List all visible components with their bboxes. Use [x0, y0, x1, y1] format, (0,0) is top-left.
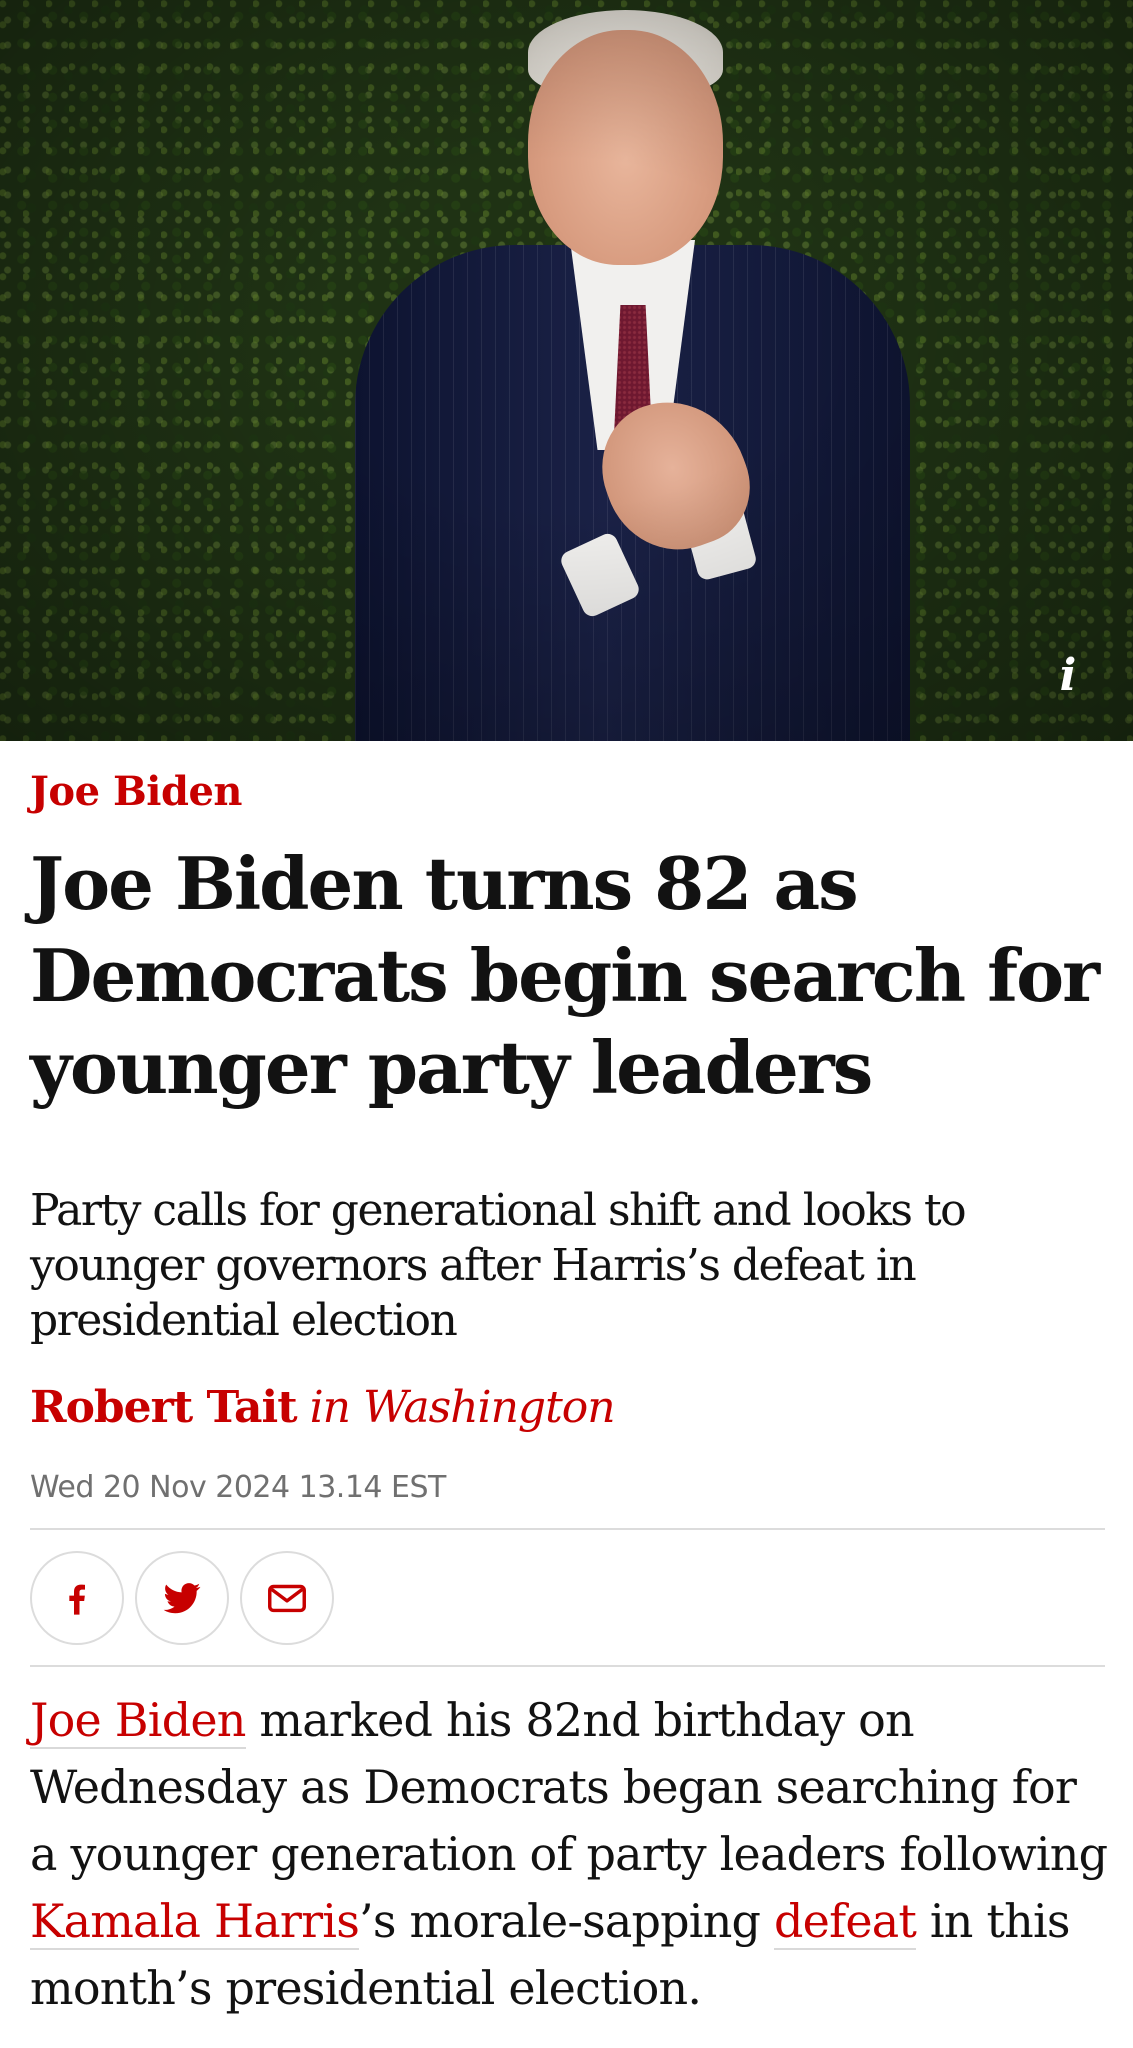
share-facebook-button[interactable]: [30, 1551, 124, 1645]
article-standfirst: Party calls for generational shift and l…: [30, 1185, 967, 1346]
divider-top: [30, 1528, 1105, 1530]
share-twitter-button[interactable]: [135, 1551, 229, 1645]
share-buttons: [30, 1551, 334, 1645]
divider-bottom: [30, 1665, 1105, 1667]
byline-author[interactable]: Robert Tait: [30, 1382, 298, 1433]
section-kicker[interactable]: Joe Biden: [30, 768, 242, 815]
body-text-2: ’s morale-sapping: [359, 1894, 775, 1948]
byline-location: in Washington: [309, 1382, 616, 1433]
facebook-icon: [69, 1584, 85, 1615]
publish-dateline[interactable]: Wed 20 Nov 2024 13.14 EST: [30, 1470, 446, 1505]
link-defeat[interactable]: defeat: [774, 1894, 917, 1950]
email-icon: [268, 1584, 306, 1613]
hero-vignette: [0, 0, 1133, 741]
twitter-icon: [163, 1583, 201, 1614]
share-email-button[interactable]: [240, 1551, 334, 1645]
article-headline: Joe Biden turns 82 as Democrats begin se…: [30, 841, 1100, 1110]
image-info-icon[interactable]: i: [1050, 650, 1086, 701]
link-joe-biden[interactable]: Joe Biden: [30, 1693, 246, 1749]
byline: Robert Tait in Washington: [30, 1382, 616, 1433]
article-body-paragraph: Joe Biden marked his 82nd birthday on We…: [30, 1687, 1115, 2022]
link-kamala-harris[interactable]: Kamala Harris: [30, 1894, 360, 1950]
hero-image: i: [0, 0, 1133, 741]
